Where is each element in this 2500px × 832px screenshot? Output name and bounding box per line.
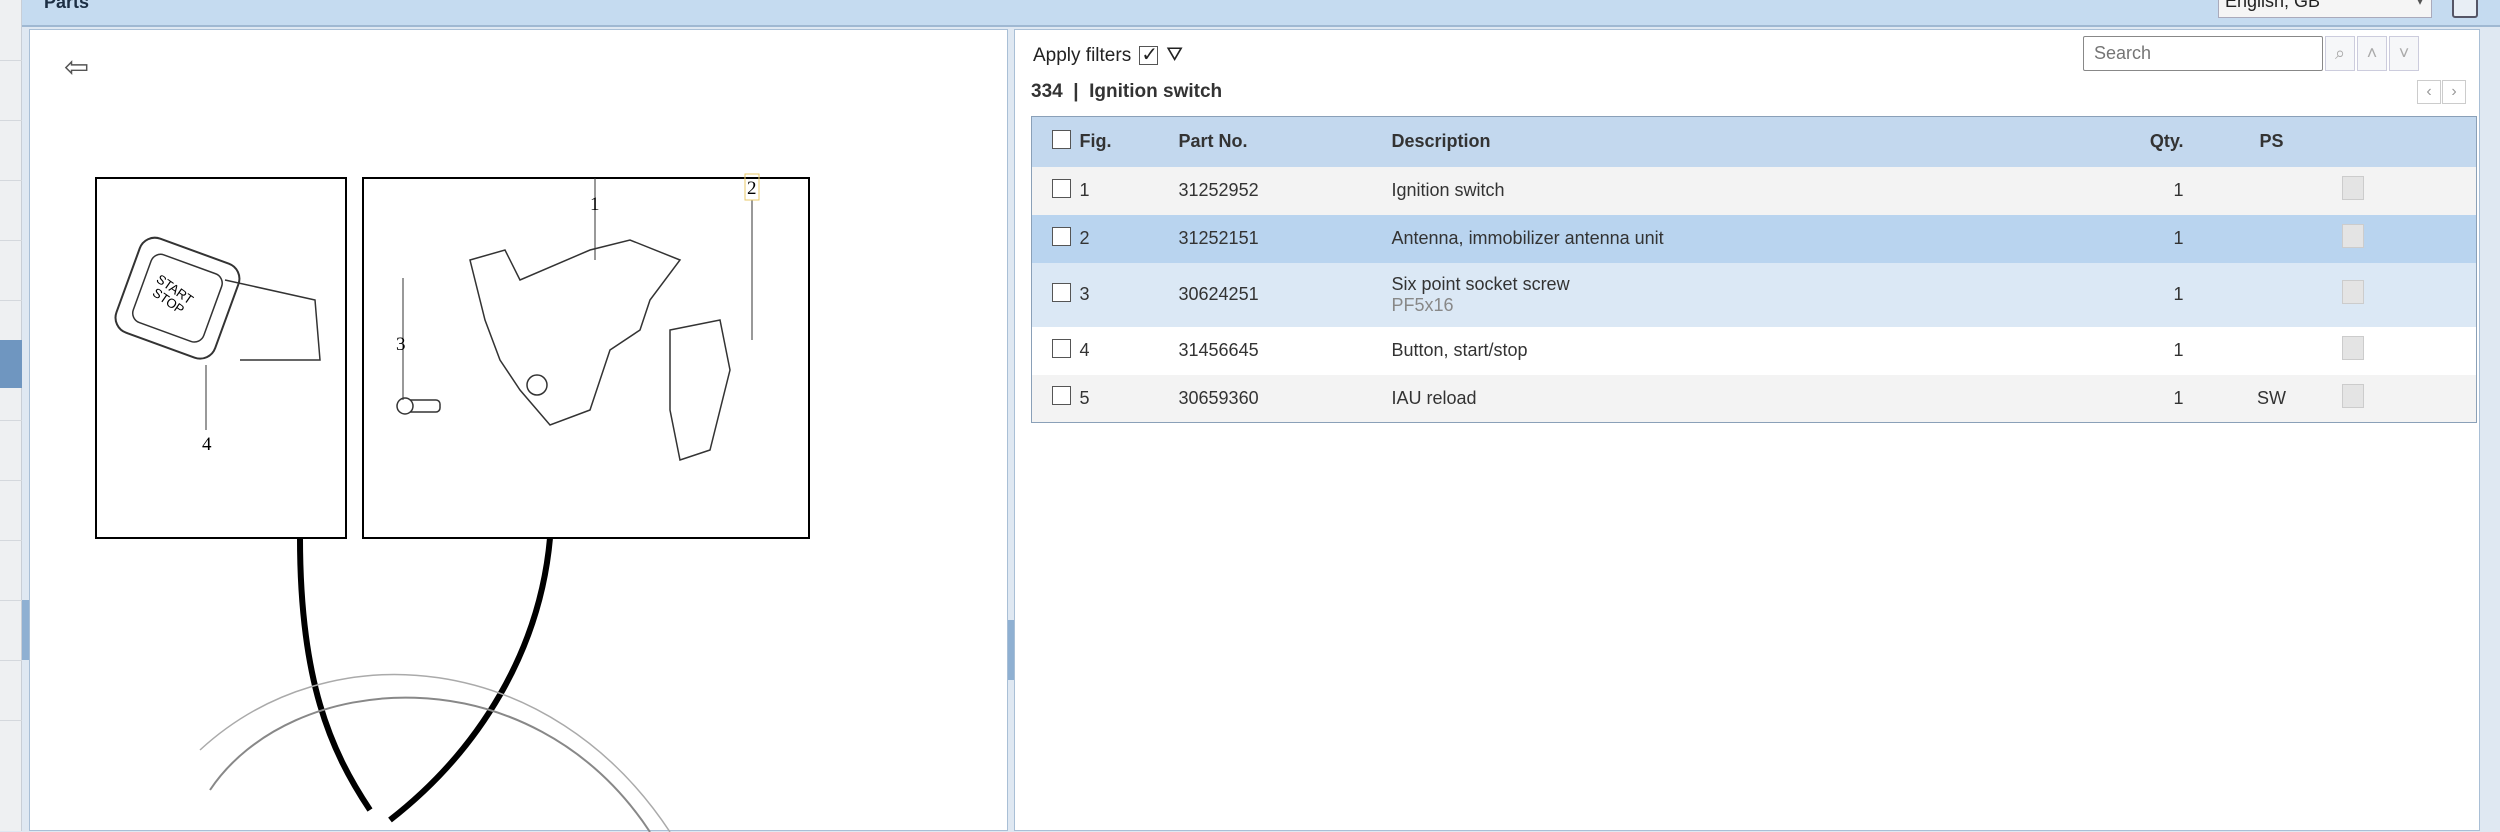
apply-filters-label: Apply filters <box>1033 44 1132 66</box>
print-icon[interactable] <box>2452 0 2478 18</box>
col-fig[interactable]: Fig. <box>1071 116 1179 167</box>
col-qty[interactable]: Qty. <box>2071 116 2202 167</box>
callout-2[interactable]: 2 <box>747 178 757 199</box>
search-prev-button[interactable]: ˄ <box>2357 36 2387 71</box>
description-text: Ignition switch <box>1391 180 1505 200</box>
top-bar: Parts English, GB ▾ <box>22 0 2500 27</box>
select-all-checkbox[interactable] <box>1052 129 1071 149</box>
note-icon[interactable] <box>2341 280 2364 304</box>
language-select[interactable]: English, GB ▾ <box>2218 0 2432 18</box>
description-cell: IAU reload <box>1391 374 2072 423</box>
sidebar-selected-item[interactable] <box>0 340 22 388</box>
part-no-cell: 31456645 <box>1178 326 1392 375</box>
apply-filters: Apply filters ⛛ <box>1033 42 1183 67</box>
parts-list-pane: Apply filters ⛛ 334 | Ignition switch ⌕ … <box>1014 29 2480 831</box>
part-no-cell: 31252151 <box>1178 214 1392 263</box>
description-text: Button, start/stop <box>1391 340 1528 360</box>
search-next-button[interactable]: ˅ <box>2389 36 2419 71</box>
table-row[interactable]: 2 31252151 Antenna, immobilizer antenna … <box>1031 214 2477 263</box>
callout-3: 3 <box>396 334 406 355</box>
table-row[interactable]: 4 31456645 Button, start/stop 1 <box>1031 326 2477 375</box>
chevron-down-icon: ▾ <box>2416 0 2423 8</box>
next-page-button[interactable]: › <box>2442 80 2466 104</box>
col-ps[interactable]: PS <box>2201 116 2342 167</box>
qty-cell: 1 <box>2071 214 2202 263</box>
description-cell: Ignition switch <box>1391 166 2072 215</box>
row-checkbox[interactable] <box>1052 178 1071 198</box>
note-icon[interactable] <box>2341 383 2364 408</box>
ps-cell <box>2201 262 2342 327</box>
note-icon[interactable] <box>2341 224 2364 248</box>
table-row[interactable]: 5 30659360 IAU reload 1 SW <box>1031 374 2477 423</box>
row-checkbox[interactable] <box>1052 226 1071 246</box>
note-icon[interactable] <box>2341 176 2364 200</box>
table-row[interactable]: 1 31252952 Ignition switch 1 <box>1031 166 2477 215</box>
search-input[interactable] <box>2083 36 2323 71</box>
fig-cell: 5 <box>1071 374 1179 423</box>
part-no-cell: 30624251 <box>1178 262 1392 327</box>
ps-cell: SW <box>2201 374 2342 423</box>
table-row[interactable]: 3 30624251 Six point socket screw PF5x16 … <box>1031 262 2477 327</box>
description-text: Six point socket screw <box>1391 273 1570 294</box>
table-header: Fig. Part No. Description Qty. PS <box>1031 116 2477 167</box>
row-checkbox[interactable] <box>1052 386 1071 406</box>
row-checkbox[interactable] <box>1052 282 1071 302</box>
description-cell: Six point socket screw PF5x16 <box>1391 262 2072 327</box>
note-icon[interactable] <box>2341 336 2364 360</box>
ps-cell <box>2201 214 2342 263</box>
part-no-cell: 30659360 <box>1178 374 1392 423</box>
parts-table: Fig. Part No. Description Qty. PS 1 3125… <box>1031 116 2477 423</box>
section-heading: 334 | Ignition switch <box>1031 81 1223 102</box>
qty-cell: 1 <box>2071 326 2202 375</box>
description-subtext: PF5x16 <box>1391 294 1454 315</box>
prev-page-button[interactable]: ‹ <box>2417 80 2441 104</box>
left-sidebar <box>0 0 22 831</box>
qty-cell: 1 <box>2071 262 2202 327</box>
fig-cell: 2 <box>1071 214 1179 263</box>
callout-1: 1 <box>590 194 600 215</box>
part-no-cell: 31252952 <box>1178 166 1392 215</box>
fig-cell: 4 <box>1071 326 1179 375</box>
description-cell: Antenna, immobilizer antenna unit <box>1391 214 2072 263</box>
fig-cell: 1 <box>1071 166 1179 215</box>
col-part-no[interactable]: Part No. <box>1178 116 1392 167</box>
description-text: Antenna, immobilizer antenna unit <box>1391 228 1664 248</box>
col-description[interactable]: Description <box>1391 116 2072 167</box>
language-value: English, GB <box>2225 0 2321 11</box>
fig-cell: 3 <box>1071 262 1179 327</box>
qty-cell: 1 <box>2071 166 2202 215</box>
apply-filters-checkbox[interactable] <box>1139 42 1159 67</box>
callout-4: 4 <box>202 434 212 455</box>
filter-icon[interactable]: ⛛ <box>1166 44 1183 67</box>
description-cell: Button, start/stop <box>1391 326 2072 375</box>
search-icon[interactable]: ⌕ <box>2325 36 2355 71</box>
description-text: IAU reload <box>1391 387 1477 408</box>
ps-cell <box>2201 166 2342 215</box>
parts-diagram: START STOP 4 1 2 3 <box>95 173 810 832</box>
page-title: Parts <box>44 0 90 12</box>
ps-cell <box>2201 326 2342 375</box>
row-checkbox[interactable] <box>1052 338 1071 358</box>
qty-cell: 1 <box>2071 374 2202 423</box>
illustration-pane: ⇦ START STOP 4 1 2 3 <box>29 29 1008 832</box>
